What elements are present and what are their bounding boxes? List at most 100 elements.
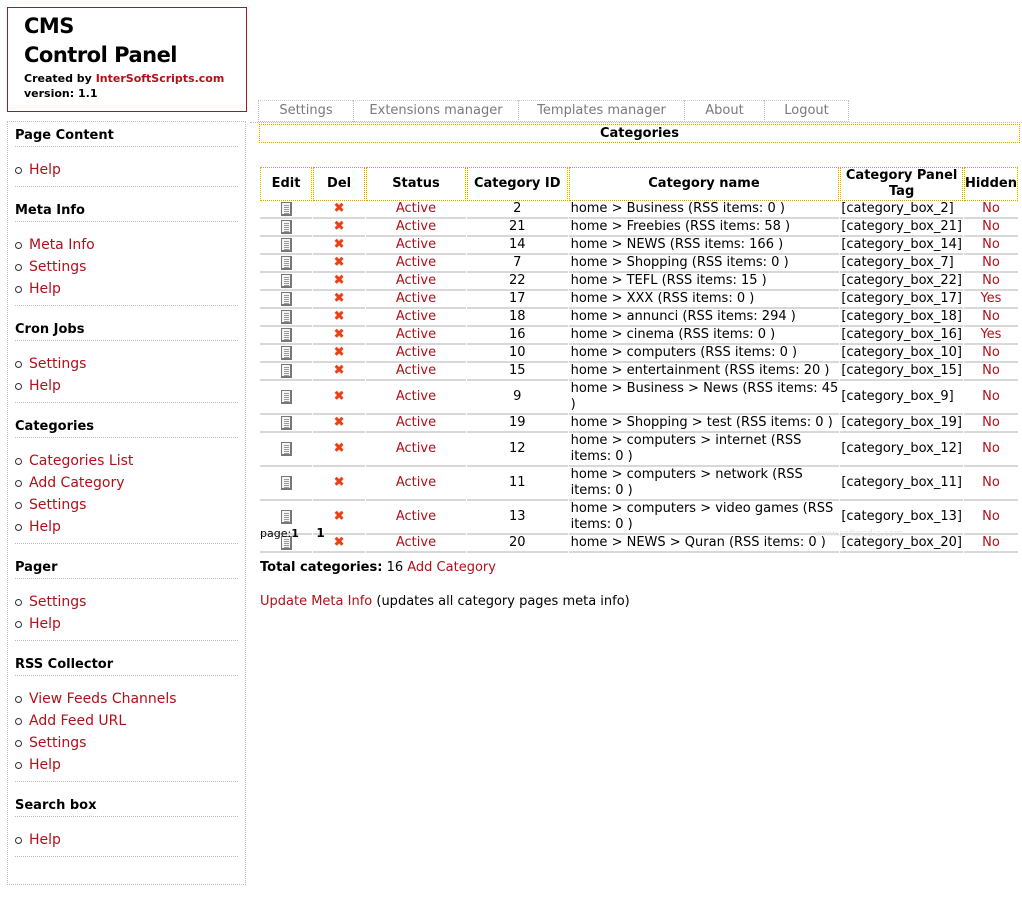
delete-x-icon[interactable]: ✖ bbox=[334, 345, 345, 360]
delete-x-icon[interactable]: ✖ bbox=[334, 441, 345, 456]
tab-logout[interactable]: Logout bbox=[764, 100, 849, 122]
sidebar-link[interactable]: Help bbox=[29, 614, 61, 634]
delete-x-icon[interactable]: ✖ bbox=[334, 535, 345, 550]
sidebar-link[interactable]: Add Category bbox=[29, 473, 125, 493]
status-link[interactable]: Active bbox=[366, 219, 466, 237]
hidden-toggle[interactable]: No bbox=[963, 237, 1018, 255]
delete-x-icon[interactable]: ✖ bbox=[334, 219, 345, 234]
tab-about[interactable]: About bbox=[684, 100, 764, 122]
hidden-toggle[interactable]: No bbox=[963, 219, 1018, 237]
sidebar-item-settings[interactable]: Settings bbox=[15, 353, 238, 375]
status-link[interactable]: Active bbox=[366, 273, 466, 291]
delete-x-icon[interactable]: ✖ bbox=[334, 291, 345, 306]
sidebar-item-help[interactable]: Help bbox=[15, 613, 238, 635]
sidebar-link[interactable]: Add Feed URL bbox=[29, 711, 126, 731]
delete-x-icon[interactable]: ✖ bbox=[334, 255, 345, 270]
tab-extensions-manager[interactable]: Extensions manager bbox=[353, 100, 518, 122]
edit-document-icon[interactable] bbox=[280, 345, 292, 360]
sidebar-link[interactable]: Settings bbox=[29, 354, 86, 374]
edit-document-icon[interactable] bbox=[280, 273, 292, 288]
sidebar-link[interactable]: Help bbox=[29, 279, 61, 299]
hidden-toggle[interactable]: No bbox=[963, 535, 1018, 553]
delete-x-icon[interactable]: ✖ bbox=[334, 475, 345, 490]
delete-x-icon[interactable]: ✖ bbox=[334, 273, 345, 288]
status-link[interactable]: Active bbox=[366, 501, 466, 535]
sidebar-link[interactable]: Settings bbox=[29, 257, 86, 277]
hidden-toggle[interactable]: Yes bbox=[963, 327, 1018, 345]
sidebar-item-add-category[interactable]: Add Category bbox=[15, 472, 238, 494]
delete-x-icon[interactable]: ✖ bbox=[334, 363, 345, 378]
edit-document-icon[interactable] bbox=[280, 509, 292, 524]
sidebar-item-help[interactable]: Help bbox=[15, 159, 238, 181]
sidebar-link[interactable]: Help bbox=[29, 755, 61, 775]
status-link[interactable]: Active bbox=[366, 467, 466, 501]
sidebar-item-help[interactable]: Help bbox=[15, 829, 238, 851]
sidebar-link[interactable]: Help bbox=[29, 376, 61, 396]
sidebar-link[interactable]: Meta Info bbox=[29, 235, 95, 255]
status-link[interactable]: Active bbox=[366, 381, 466, 415]
edit-document-icon[interactable] bbox=[280, 441, 292, 456]
delete-x-icon[interactable]: ✖ bbox=[334, 327, 345, 342]
sidebar-link[interactable]: Help bbox=[29, 830, 61, 850]
hidden-toggle[interactable]: No bbox=[963, 467, 1018, 501]
sidebar-item-help[interactable]: Help bbox=[15, 516, 238, 538]
sidebar-item-settings[interactable]: Settings bbox=[15, 494, 238, 516]
status-link[interactable]: Active bbox=[366, 309, 466, 327]
hidden-toggle[interactable]: Yes bbox=[963, 291, 1018, 309]
edit-document-icon[interactable] bbox=[280, 363, 292, 378]
hidden-toggle[interactable]: No bbox=[963, 433, 1018, 467]
sidebar-link[interactable]: Categories List bbox=[29, 451, 133, 471]
edit-document-icon[interactable] bbox=[280, 389, 292, 404]
pager-page-link[interactable]: 1 bbox=[316, 526, 324, 540]
status-link[interactable]: Active bbox=[366, 415, 466, 433]
sidebar-item-add-feed-url[interactable]: Add Feed URL bbox=[15, 710, 238, 732]
delete-x-icon[interactable]: ✖ bbox=[334, 415, 345, 430]
sidebar-link[interactable]: Settings bbox=[29, 592, 86, 612]
intersoftscripts-link[interactable]: InterSoftScripts.com bbox=[96, 72, 225, 85]
edit-document-icon[interactable] bbox=[280, 201, 292, 216]
sidebar-item-settings[interactable]: Settings bbox=[15, 591, 238, 613]
hidden-toggle[interactable]: No bbox=[963, 273, 1018, 291]
tab-settings[interactable]: Settings bbox=[258, 100, 353, 122]
sidebar-link[interactable]: Help bbox=[29, 160, 61, 180]
edit-document-icon[interactable] bbox=[280, 291, 292, 306]
status-link[interactable]: Active bbox=[366, 535, 466, 553]
sidebar-item-help[interactable]: Help bbox=[15, 278, 238, 300]
status-link[interactable]: Active bbox=[366, 345, 466, 363]
status-link[interactable]: Active bbox=[366, 201, 466, 219]
hidden-toggle[interactable]: No bbox=[963, 501, 1018, 535]
edit-document-icon[interactable] bbox=[280, 309, 292, 324]
status-link[interactable]: Active bbox=[366, 433, 466, 467]
sidebar-item-settings[interactable]: Settings bbox=[15, 256, 238, 278]
sidebar-item-settings[interactable]: Settings bbox=[15, 732, 238, 754]
edit-document-icon[interactable] bbox=[280, 415, 292, 430]
edit-document-icon[interactable] bbox=[280, 327, 292, 342]
edit-document-icon[interactable] bbox=[280, 255, 292, 270]
delete-x-icon[interactable]: ✖ bbox=[334, 237, 345, 252]
tab-templates-manager[interactable]: Templates manager bbox=[518, 100, 684, 122]
sidebar-item-categories-list[interactable]: Categories List bbox=[15, 450, 238, 472]
sidebar-link[interactable]: Help bbox=[29, 517, 61, 537]
edit-document-icon[interactable] bbox=[280, 219, 292, 234]
hidden-toggle[interactable]: No bbox=[963, 415, 1018, 433]
delete-x-icon[interactable]: ✖ bbox=[334, 389, 345, 404]
sidebar-link[interactable]: Settings bbox=[29, 733, 86, 753]
edit-document-icon[interactable] bbox=[280, 237, 292, 252]
hidden-toggle[interactable]: No bbox=[963, 309, 1018, 327]
status-link[interactable]: Active bbox=[366, 327, 466, 345]
edit-document-icon[interactable] bbox=[280, 475, 292, 490]
delete-x-icon[interactable]: ✖ bbox=[334, 309, 345, 324]
sidebar-item-meta-info[interactable]: Meta Info bbox=[15, 234, 238, 256]
status-link[interactable]: Active bbox=[366, 255, 466, 273]
delete-x-icon[interactable]: ✖ bbox=[334, 509, 345, 524]
delete-x-icon[interactable]: ✖ bbox=[334, 201, 345, 216]
hidden-toggle[interactable]: No bbox=[963, 363, 1018, 381]
sidebar-item-help[interactable]: Help bbox=[15, 754, 238, 776]
hidden-toggle[interactable]: No bbox=[963, 255, 1018, 273]
sidebar-link[interactable]: View Feeds Channels bbox=[29, 689, 177, 709]
update-meta-info-link[interactable]: Update Meta Info bbox=[260, 594, 372, 609]
hidden-toggle[interactable]: No bbox=[963, 345, 1018, 363]
sidebar-item-help[interactable]: Help bbox=[15, 375, 238, 397]
hidden-toggle[interactable]: No bbox=[963, 201, 1018, 219]
status-link[interactable]: Active bbox=[366, 363, 466, 381]
